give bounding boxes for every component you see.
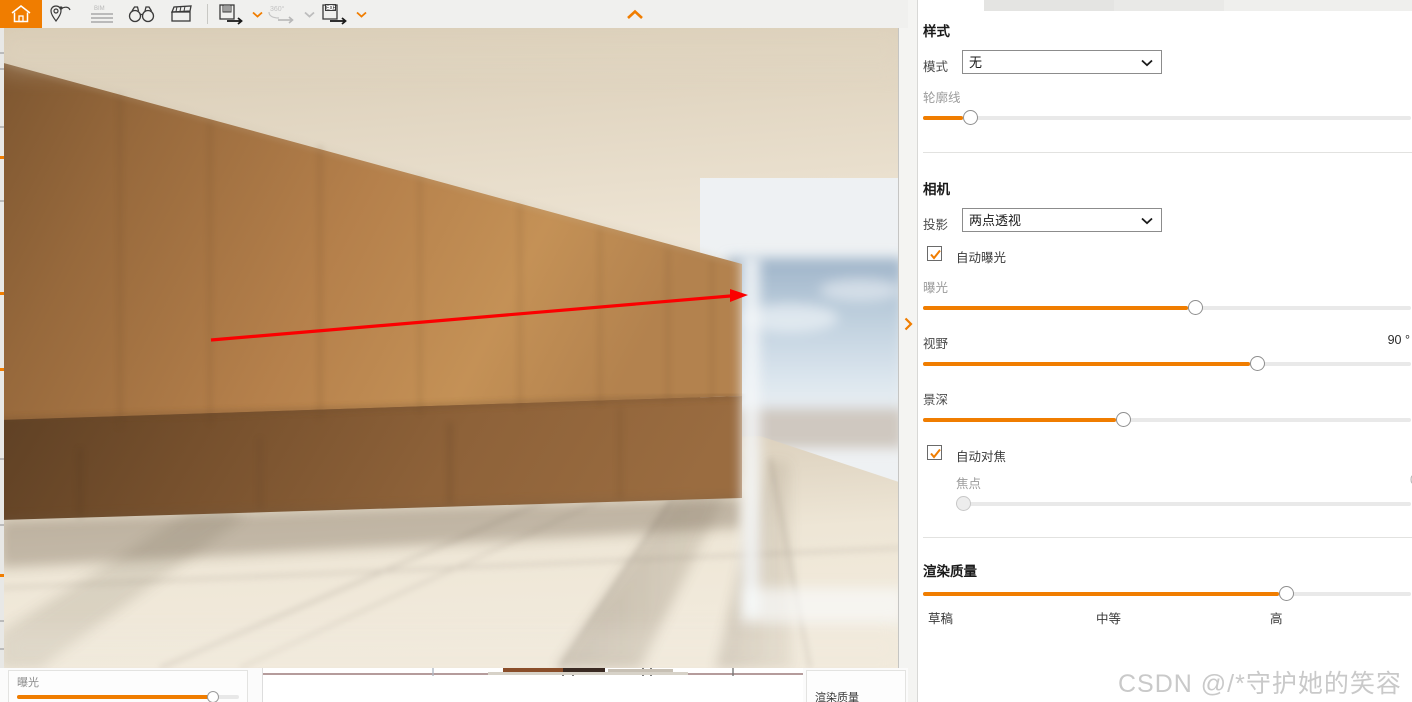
tab-1[interactable] (918, 0, 984, 11)
filmstrip-panel[interactable] (262, 668, 803, 702)
divider-camera (923, 537, 1412, 538)
export-exe-button[interactable]: EXE (317, 0, 353, 28)
svg-text:BIM: BIM (94, 6, 105, 12)
bottom-exposure-fill (17, 695, 213, 699)
focus-thumb[interactable] (956, 496, 971, 511)
panel-tab-bar[interactable] (918, 0, 1412, 11)
panel-collapse-button[interactable] (902, 316, 914, 332)
check-icon (930, 448, 941, 459)
auto-exposure-label: 自动曝光 (956, 251, 1007, 265)
home-button[interactable] (0, 0, 42, 28)
quality-mark-medium: 中等 (1096, 612, 1122, 626)
export-360-icon: 360° (268, 5, 294, 24)
export-image-button[interactable] (213, 0, 249, 28)
chevron-up-icon (627, 9, 643, 19)
quality-mark-draft: 草稿 (928, 612, 954, 626)
camera-section-title: 相机 (923, 182, 950, 197)
list-lines-icon: BIM (91, 6, 113, 23)
toolbar-divider-1 (207, 4, 208, 24)
fov-value: 90 ° (1387, 333, 1410, 347)
location-button[interactable] (42, 0, 82, 28)
chevron-right-icon (904, 317, 913, 331)
bottom-quality-panel[interactable]: 渲染质量 (806, 670, 906, 702)
bottom-bar: 曝光 渲染质量 (0, 668, 908, 702)
collapse-toolbar-button[interactable] (626, 8, 644, 22)
mode-label: 模式 (923, 60, 949, 74)
export-360-dropdown[interactable] (301, 0, 317, 28)
bottom-exposure-panel[interactable]: 曝光 (8, 670, 248, 702)
tab-2[interactable] (984, 0, 1114, 11)
quality-fill (923, 592, 1279, 596)
exposure-thumb[interactable] (1188, 300, 1203, 315)
quality-mark-high: 高 (1270, 612, 1283, 626)
left-sidebar-strip[interactable] (0, 28, 4, 668)
outline-slider[interactable] (923, 110, 1411, 125)
list-button[interactable]: BIM (82, 0, 122, 28)
properties-panel: 样式 模式 无 轮廓线 相机 投影 两点透视 自动曝光 曝光 视野 90 ° 景… (917, 0, 1412, 702)
clapperboard-icon (171, 5, 192, 22)
dof-label: 景深 (923, 393, 949, 407)
mode-select[interactable]: 无 (962, 50, 1162, 74)
divider-style (923, 152, 1412, 153)
fov-slider[interactable] (923, 356, 1411, 371)
render-scene (0, 28, 902, 668)
export-360-button[interactable]: 360° (265, 0, 301, 28)
export-exe-dropdown[interactable] (353, 0, 369, 28)
auto-exposure-checkbox[interactable] (927, 246, 942, 261)
exposure-label: 曝光 (923, 281, 949, 295)
bottom-exposure-thumb[interactable] (207, 691, 219, 702)
projection-select[interactable]: 两点透视 (962, 208, 1162, 232)
tab-3[interactable] (1114, 0, 1224, 11)
projection-label: 投影 (923, 218, 949, 232)
bottom-exposure-label: 曝光 (17, 677, 39, 689)
bottom-exposure-slider[interactable] (17, 691, 239, 702)
binoculars-icon (128, 6, 155, 23)
quality-section-title: 渲染质量 (923, 564, 977, 579)
quality-thumb[interactable] (1279, 586, 1294, 601)
home-icon (11, 5, 31, 23)
fov-fill (923, 362, 1250, 366)
dof-fill (923, 418, 1116, 422)
export-image-icon (219, 4, 243, 25)
render-viewport[interactable] (0, 28, 902, 668)
outline-fill (923, 116, 963, 120)
dof-thumb[interactable] (1116, 412, 1131, 427)
check-icon (930, 249, 941, 260)
quality-slider[interactable] (923, 586, 1411, 601)
filmstrip-thumbnails (263, 668, 803, 702)
export-exe-label: EXE (326, 6, 337, 12)
focus-slider[interactable] (956, 496, 1411, 511)
chevron-down-icon (251, 11, 263, 18)
chevron-down-icon (355, 11, 367, 18)
export-exe-icon: EXE (322, 4, 347, 25)
animation-button[interactable] (162, 0, 202, 28)
tab-4[interactable] (1224, 0, 1412, 11)
focus-label: 焦点 (956, 477, 982, 491)
browse-button[interactable] (122, 0, 162, 28)
autofocus-label: 自动对焦 (956, 450, 1007, 464)
fov-label: 视野 (923, 337, 949, 351)
fov-thumb[interactable] (1250, 356, 1265, 371)
export-image-dropdown[interactable] (249, 0, 265, 28)
export-360-label: 360° (270, 5, 285, 13)
exposure-slider[interactable] (923, 300, 1411, 315)
main-toolbar: BIM 360° EXE (0, 0, 908, 28)
style-section-title: 样式 (923, 24, 950, 39)
outline-label: 轮廓线 (923, 91, 961, 105)
csdn-watermark: CSDN @/*守护她的笑容 (1118, 670, 1402, 698)
bottom-quality-label: 渲染质量 (815, 692, 859, 702)
outline-thumb[interactable] (963, 110, 978, 125)
panel-collapse-strip[interactable] (898, 0, 917, 702)
autofocus-checkbox[interactable] (927, 445, 942, 460)
chevron-down-icon (303, 11, 315, 18)
location-pin-icon (50, 5, 71, 22)
exposure-fill (923, 306, 1188, 310)
dof-slider[interactable] (923, 412, 1411, 427)
